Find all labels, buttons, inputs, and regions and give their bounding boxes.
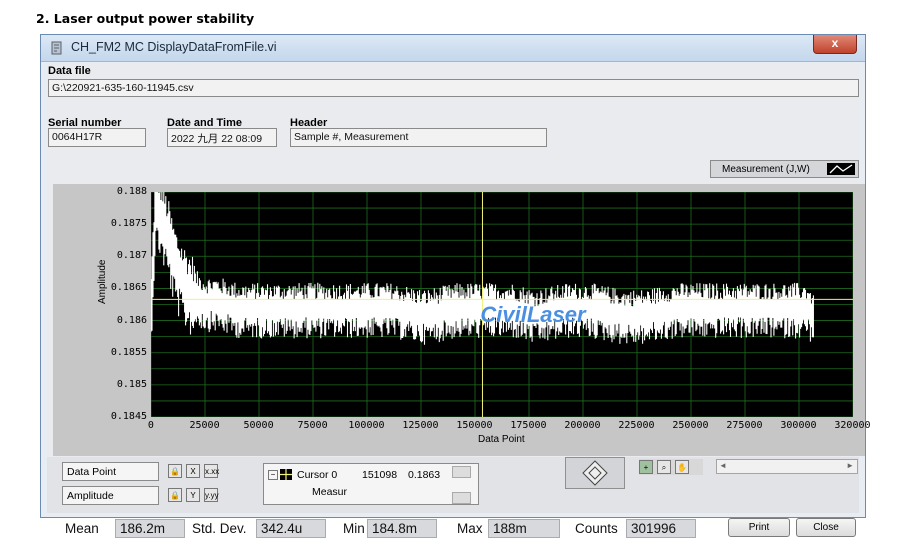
graph-horizontal-scrollbar[interactable]: ◄ ► [716,459,858,474]
max-value: 188m [488,519,560,538]
front-panel: Data file G:\220921-635-160-11945.csv Se… [47,63,871,538]
scroll-left-icon[interactable]: ◄ [719,461,727,470]
title-bar: CH_FM2 MC DisplayDataFromFile.vi x [41,35,865,62]
cursor-x-value[interactable]: 151098 [362,469,397,481]
std-dev-value: 342.4u [256,519,326,538]
section-heading: 2. Laser output power stability [36,11,255,26]
header-field[interactable]: Sample #, Measurement [290,128,547,147]
plot-legend[interactable]: Measurement (J,W) [710,160,859,178]
mean-label: Mean [65,521,99,536]
window-close-button[interactable]: x [813,35,857,54]
y-tick-label: 0.1845 [110,411,147,422]
y-axis-name-field[interactable]: Amplitude [62,486,159,505]
plot-area[interactable]: CivilLaser [151,192,853,417]
y-tick-label: 0.186 [116,314,147,326]
legend-label: Measurement (J,W) [722,164,810,175]
scroll-right-icon[interactable]: ► [846,461,854,470]
x-tick-label: 275000 [726,420,763,431]
data-file-label: Data file [48,65,91,77]
max-label: Max [457,521,483,536]
graph-tools-panel: Data Point 🔒 X x.xx Amplitude 🔒 Y y.yy −… [47,457,859,538]
x-format-icon[interactable]: x.xx [204,464,219,478]
x-tick-label: 200000 [564,420,601,431]
x-axis-name-field[interactable]: Data Point [62,462,159,481]
x-tick-label: 100000 [348,420,385,431]
line-style-icon [827,163,855,175]
x-autoscale-icon[interactable]: X [186,464,200,478]
cursor-scroll-up[interactable] [452,466,471,478]
data-file-path[interactable]: G:\220921-635-160-11945.csv [48,79,859,97]
cursor-style-icon [280,469,292,480]
x-tick-label: 300000 [780,420,817,431]
x-axis-label: Data Point [478,434,525,445]
counts-label: Counts [575,521,618,536]
close-button[interactable]: Close [796,518,856,537]
graph-palette: + ⌕ ✋ [639,459,703,475]
x-tick-label: 175000 [510,420,547,431]
crosshair-tool-icon[interactable]: + [639,460,653,474]
collapse-icon[interactable]: − [268,470,278,480]
x-tick-label: 320000 [834,420,871,431]
min-label: Min [343,521,365,536]
mean-value: 186.2m [115,519,185,538]
vi-window: CH_FM2 MC DisplayDataFromFile.vi x Data … [40,34,871,538]
x-tick-label: 125000 [402,420,439,431]
labview-app-icon [51,41,62,55]
cursor-sub-label: Measur [312,486,348,498]
y-autoscale-icon[interactable]: Y [186,488,200,502]
y-tick-label: 0.187 [116,250,147,262]
y-lock-icon[interactable]: 🔒 [168,488,182,502]
x-tick-label: 150000 [456,420,493,431]
y-format-icon[interactable]: y.yy [204,488,219,502]
y-tick-label: 0.1855 [110,346,147,358]
pan-hand-icon[interactable]: ✋ [675,460,689,474]
x-tick-label: 0 [147,420,154,431]
std-dev-label: Std. Dev. [192,521,247,536]
x-tick-label: 50000 [243,420,274,431]
counts-value: 301996 [626,519,696,538]
x-tick-label: 250000 [672,420,709,431]
cursor-move-pad[interactable] [565,457,625,489]
x-lock-icon[interactable]: 🔒 [168,464,182,478]
x-tick-label: 75000 [297,420,328,431]
x-tick-label: 25000 [189,420,220,431]
waveform-graph[interactable]: CivilLaser 0.188 0.1875 0.187 0.1865 0.186 0.… [53,184,871,456]
min-value: 184.8m [367,519,437,538]
cursor-scroll-down[interactable] [452,492,471,504]
y-axis-label: Amplitude [97,259,108,304]
y-tick-label: 0.185 [116,378,147,390]
window-title: CH_FM2 MC DisplayDataFromFile.vi [71,40,277,54]
cursor-legend[interactable]: − Cursor 0 151098 0.1863 Measur [263,463,479,505]
date-time-field[interactable]: 2022 九月 22 08:09 [167,128,277,147]
zoom-tool-icon[interactable]: ⌕ [657,460,671,474]
diamond-nav-icon [582,460,608,486]
x-tick-label: 225000 [618,420,655,431]
cursor-name: Cursor 0 [297,469,338,481]
watermark: CivilLaser [480,302,587,327]
cursor-y-value[interactable]: 0.1863 [408,469,440,481]
serial-number-field[interactable]: 0064H17R [48,128,146,147]
y-tick-label: 0.1865 [110,282,147,294]
y-tick-label: 0.188 [116,186,147,197]
y-tick-label: 0.1875 [110,218,147,230]
print-button[interactable]: Print [728,518,790,537]
